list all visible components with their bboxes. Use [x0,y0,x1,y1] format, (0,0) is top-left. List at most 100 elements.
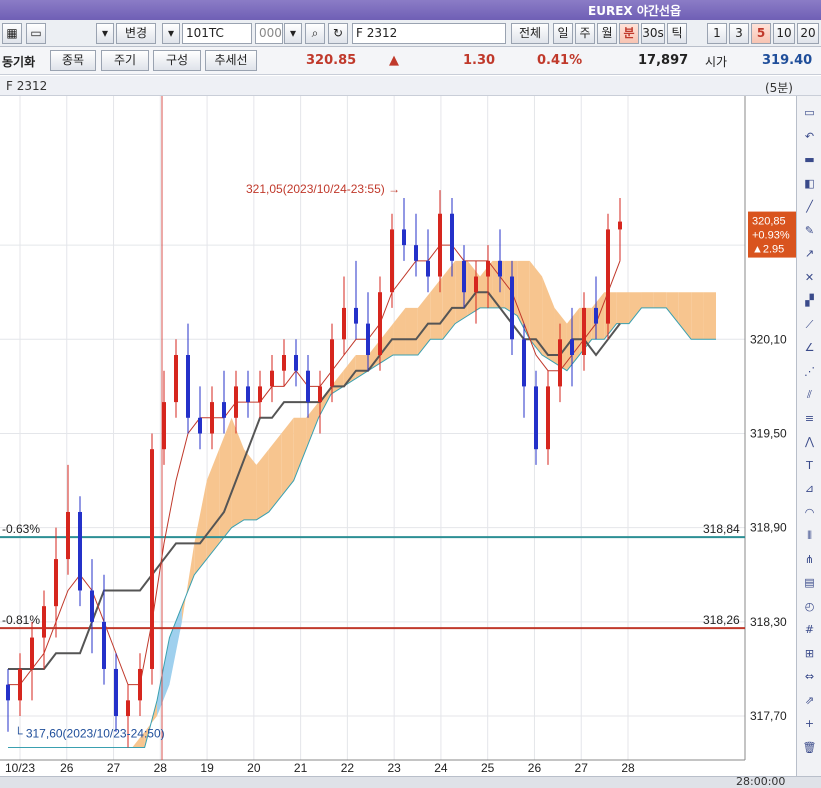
gann-icon[interactable]: ▤ [800,574,819,591]
ruler-icon[interactable]: ▬ [800,151,819,168]
volume-value: 17,897 [638,53,689,68]
interval-button[interactable]: 1 [707,23,727,44]
y-tick-label: 318,90 [750,521,787,535]
sync-label[interactable]: 동기화 [2,53,35,70]
cycle-icon[interactable]: ◴ [800,598,819,615]
symbol-input[interactable]: F 2312 [352,23,506,44]
pattern-icon[interactable]: ⊞ [800,645,819,662]
candle-body [150,449,154,669]
arrow-icon[interactable]: ↗ [800,245,819,262]
chart-header: F 2312 (5분) [0,76,821,96]
candle-body [438,213,442,277]
candle-body [30,637,34,669]
candle-body [414,245,418,261]
candle-body [138,668,142,701]
fibonacci-icon[interactable]: ≡ [800,410,819,427]
app-title: EUREX 야간선옵 [588,4,681,18]
period-button[interactable]: 분 [619,23,639,44]
speed-icon[interactable]: ⇗ [800,692,819,709]
candle-body [450,213,454,261]
time-zone-icon[interactable]: ⦀ [800,527,819,544]
candle-body [546,386,550,450]
candle-body [510,276,514,340]
cloud-segment [691,292,704,340]
trash-icon[interactable]: 🗑 [800,739,819,756]
pitchfork-icon[interactable]: ⋔ [800,551,819,568]
undo-icon[interactable]: ↶ [800,128,819,145]
layout-icon[interactable]: ▦ [2,23,22,44]
candle-body [114,668,118,717]
period-button[interactable]: 주 [575,23,595,44]
tab-item[interactable]: 종목 [50,50,96,71]
x-tick-label: 23 [387,761,401,775]
tab-trendline[interactable]: 추세선 [205,50,257,71]
candle-body [342,307,346,340]
high-annotation: 321,05(2023/10/24-23:55) → [246,182,400,196]
tab-period[interactable]: 주기 [101,50,149,71]
candle-body [78,511,82,591]
x-tick-label: 25 [481,761,495,775]
dropdown-icon[interactable]: ▾ [96,23,114,44]
time-label: 28:00:00 [736,775,786,788]
x-tick-label: 10/23 [5,761,35,775]
fan-icon[interactable]: ⋰ [800,363,819,380]
window-icon[interactable]: ▭ [800,104,819,121]
candle-body [366,323,370,356]
price-chart[interactable]: 10/23 26 27 28 19 20 21 22 23 24 25 26 27 28 317,70 318… [0,96,796,776]
candle-body [258,386,262,403]
chart-period: (5분) [764,81,793,95]
period-button[interactable]: 틱 [667,23,687,44]
period-button[interactable]: 30s [641,23,665,44]
fibo-fan-icon[interactable]: ⊿ [800,480,819,497]
candle-body [606,229,610,324]
all-button[interactable]: 전체 [511,23,549,44]
search-icon[interactable]: ⌕ [305,23,325,44]
candle-body [270,370,274,387]
cross-hair-icon[interactable]: + [800,715,819,732]
period-button[interactable]: 월 [597,23,617,44]
open-value: 319.40 [762,53,813,68]
candle-body [426,260,430,277]
code-select-icon[interactable]: ▾ [284,23,302,44]
candle-body [126,700,130,717]
interval-button[interactable]: 3 [729,23,749,44]
candle-body [294,355,298,371]
zigzag-icon[interactable]: ⋀ [800,433,819,450]
candle-body [90,590,94,622]
monitor-icon[interactable]: ▭ [26,23,46,44]
measure-icon[interactable]: ⇔ [800,668,819,685]
refresh-icon[interactable]: ↻ [328,23,348,44]
candle-body [18,668,22,701]
pencil-icon[interactable]: ✎ [800,222,819,239]
period-button[interactable]: 일 [553,23,573,44]
highlight-icon[interactable]: ▞ [800,292,819,309]
candle-body [186,355,190,418]
interval-button[interactable]: 20 [797,23,819,44]
change-button[interactable]: 변경 [116,23,156,44]
fibo-arc-icon[interactable]: ◠ [800,504,819,521]
scroll-bar[interactable]: 28:00:00 [0,775,821,788]
interval-button[interactable]: 10 [773,23,795,44]
candle-body [570,339,574,356]
angle-icon[interactable]: ∠ [800,339,819,356]
text-icon[interactable]: T [800,457,819,474]
cross-icon[interactable]: ✕ [800,269,819,286]
code-dropdown-icon[interactable]: ▾ [162,23,180,44]
chart-background [0,96,796,776]
last-change-label: ▲2.95 [752,244,784,256]
cloud-segment [616,292,630,324]
quote-bar: 동기화 종목 주기 구성 추세선 320.85 ▲ 1.30 0.41% 17,… [0,47,821,75]
channel-icon[interactable]: ⫽ [800,386,819,403]
tab-compose[interactable]: 구성 [153,50,201,71]
x-tick-label: 27 [575,761,589,775]
grid-icon[interactable]: # [800,621,819,638]
cloud-segment [641,292,654,308]
code-input[interactable]: 101TC [182,23,252,44]
ray-icon[interactable]: ⟋ [800,316,819,333]
interval-button[interactable]: 5 [751,23,771,44]
eraser-icon[interactable]: ◧ [800,175,819,192]
reference-line-left-label: -0.81% [2,613,40,627]
chart-symbol: F 2312 [6,79,48,93]
candle-body [534,386,538,450]
line-icon[interactable]: ╱ [800,198,819,215]
